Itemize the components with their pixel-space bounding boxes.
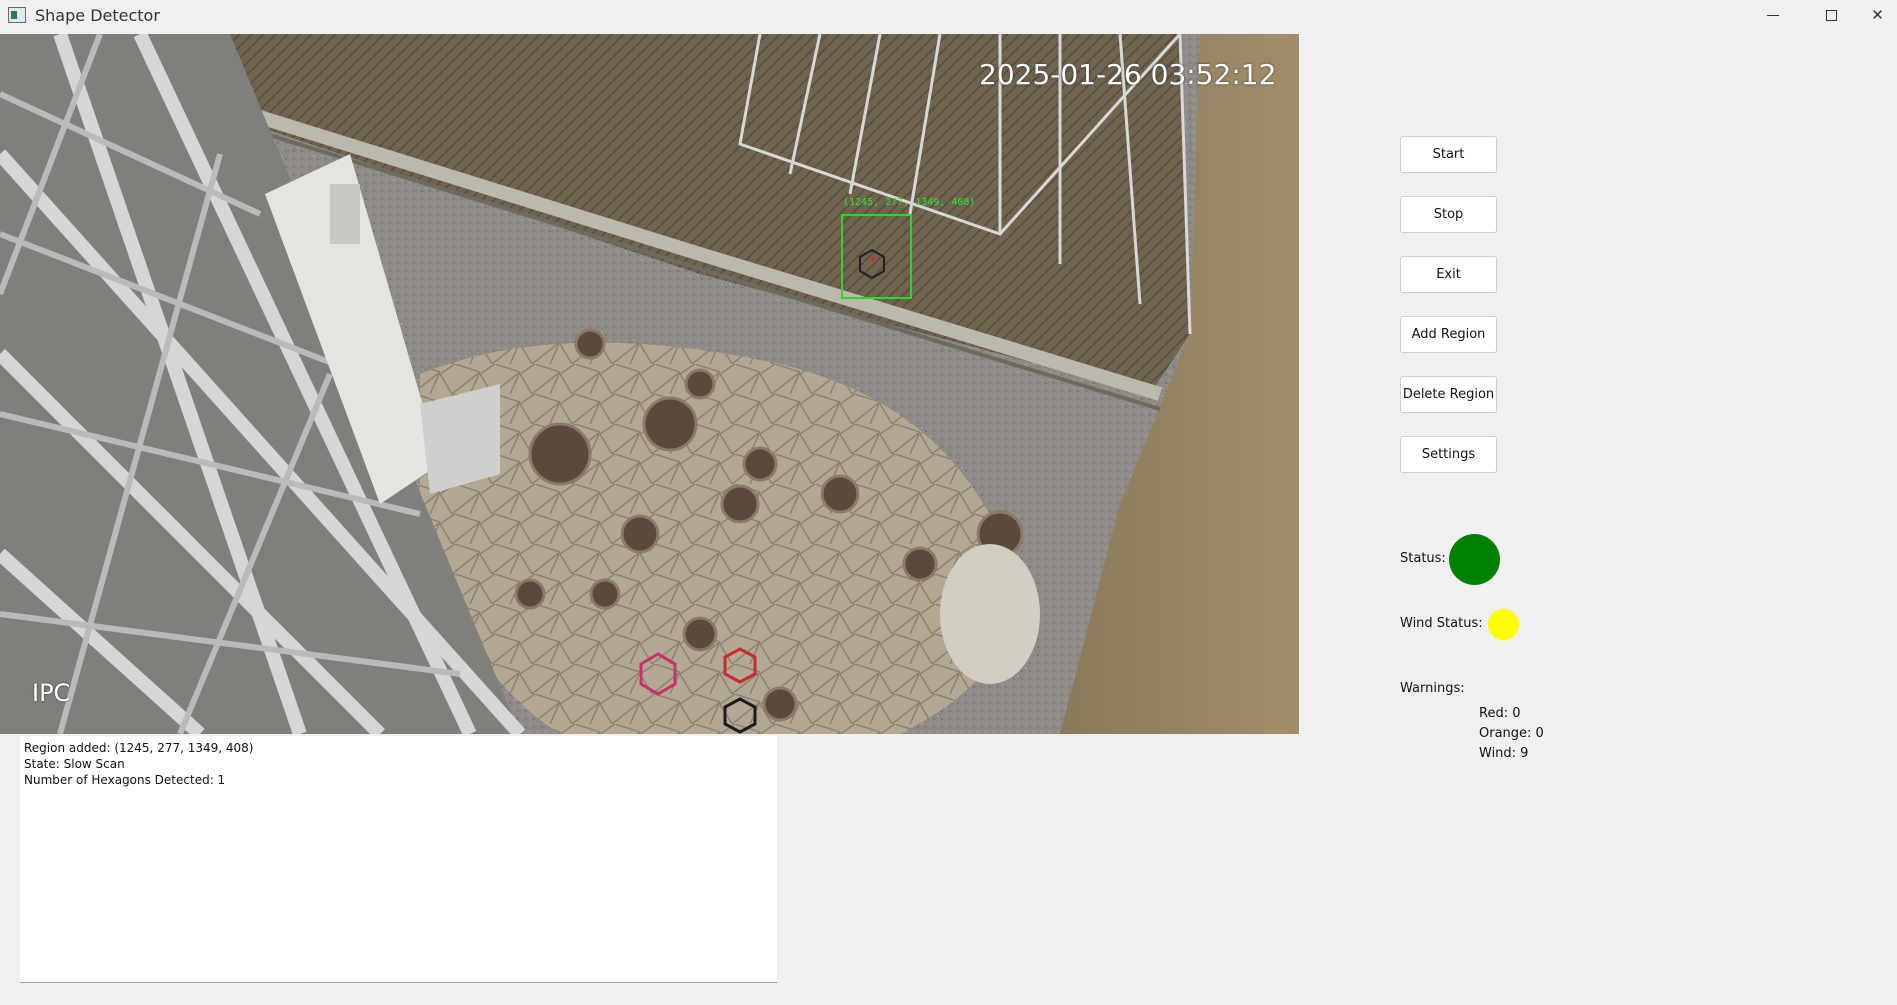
detection-region-box[interactable] (841, 214, 912, 299)
add-region-button[interactable]: Add Region (1400, 316, 1497, 353)
exit-button[interactable]: Exit (1400, 256, 1497, 293)
status-indicator (1449, 534, 1500, 585)
warning-orange-count: Orange: 0 (1479, 726, 1544, 741)
warnings-label: Warnings: (1400, 681, 1465, 696)
wind-status-label: Wind Status: (1400, 616, 1483, 631)
minimize-button[interactable] (1744, 0, 1802, 30)
maximize-button[interactable] (1802, 0, 1860, 30)
app-window-icon (8, 7, 26, 23)
warning-wind-count: Wind: 9 (1479, 746, 1529, 761)
settings-button[interactable]: Settings (1400, 436, 1497, 473)
title-bar: Shape Detector ✕ (0, 0, 1897, 32)
warning-red-count: Red: 0 (1479, 706, 1521, 721)
minimize-icon (1767, 14, 1779, 16)
log-line: Region added: (1245, 277, 1349, 408) (24, 741, 254, 755)
log-line: State: Slow Scan (24, 757, 125, 771)
start-button[interactable]: Start (1400, 136, 1497, 173)
video-timestamp: 2025-01-26 03:52:12 (979, 58, 1277, 91)
region-box-label: (1245, 277, 1349, 408) (843, 197, 976, 208)
stop-button[interactable]: Stop (1400, 196, 1497, 233)
app-window: Shape Detector ✕ (1245, 277, 1349, 408) … (0, 0, 1897, 1005)
status-label: Status: (1400, 551, 1446, 566)
log-line: Number of Hexagons Detected: 1 (24, 773, 226, 787)
window-title: Shape Detector (35, 6, 160, 25)
camera-scene-image (0, 34, 1299, 734)
close-button[interactable]: ✕ (1858, 0, 1897, 30)
camera-feed[interactable]: (1245, 277, 1349, 408) 2025-01-26 03:52:… (0, 34, 1299, 734)
maximize-icon (1825, 9, 1837, 21)
delete-region-button[interactable]: Delete Region (1400, 376, 1497, 413)
camera-label: IPC (32, 679, 71, 707)
wind-status-indicator (1488, 609, 1519, 640)
log-panel[interactable]: Region added: (1245, 277, 1349, 408) Sta… (20, 736, 777, 983)
close-icon: ✕ (1871, 6, 1884, 24)
